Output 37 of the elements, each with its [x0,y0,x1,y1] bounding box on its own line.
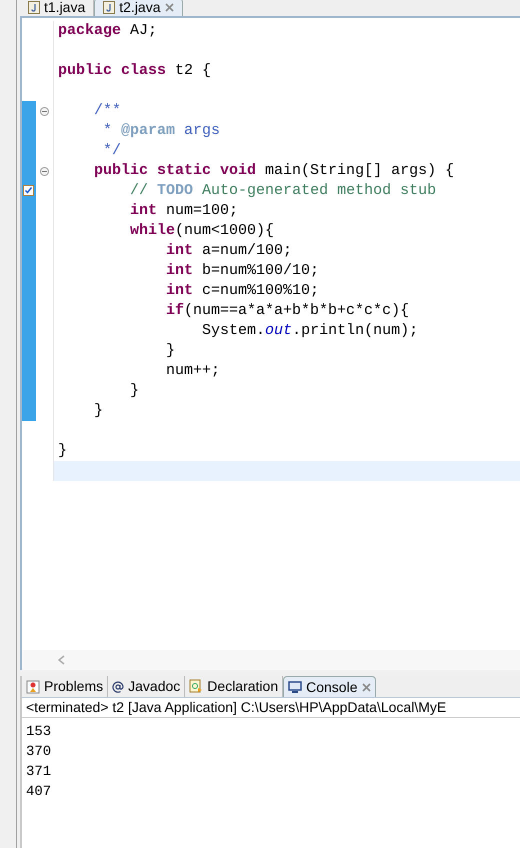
problems-icon [26,680,40,694]
java-file-icon [103,1,116,14]
tab[interactable]: Console [283,676,376,697]
code-text: } [165,342,176,359]
code-text: num++; [165,362,220,379]
code-text: public class t2 { [58,62,212,79]
declaration-icon [189,679,204,694]
code-text: if(num==a*a*a+b*b*b+c*c*c){ [165,302,410,319]
console-output-line: 153 [26,723,52,742]
code-text: int b=num%100/10; [165,262,320,279]
code-text: int a=num/100; [165,242,292,259]
at-sign-icon [112,680,124,692]
code-text: } [129,382,140,399]
code-text: int num=100; [129,202,238,219]
console-output-line: 370 [26,743,52,762]
code-text: while(num<1000){ [129,222,274,239]
code-text: System.out.println(num); [201,322,418,339]
java-file-icon [28,0,40,14]
code-text: public static void main(String[] args) { [93,162,454,179]
code-text: } [58,442,68,459]
console-output-line: 407 [26,783,52,802]
close-icon[interactable] [164,3,174,12]
console-output-line: 371 [26,763,52,782]
monitor-icon [288,680,302,694]
collapse-icon[interactable] [40,166,49,176]
scroll-left-icon[interactable] [58,655,65,665]
code-text: /** [93,102,122,119]
code-text: // TODO Auto-generated method stub [129,182,436,199]
code-text: */ [102,142,122,159]
code-text: package AJ; [58,22,158,39]
console-header: <terminated> t2 [Java Application] C:\Users\HP\AppData\Local\MyE [26,698,446,717]
code-text: * @param args [102,122,220,139]
close-icon[interactable] [362,682,370,692]
tab[interactable]: t2.java [94,0,182,16]
code-text: } [93,402,104,419]
code-text: int c=num%100%10; [165,282,320,299]
collapse-icon[interactable] [40,106,49,116]
